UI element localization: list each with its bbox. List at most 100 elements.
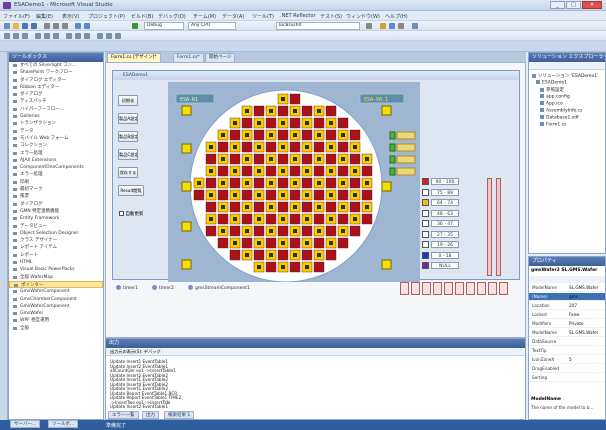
- die-cell[interactable]: [337, 213, 349, 225]
- die-cell[interactable]: [301, 225, 313, 237]
- tab-start-page[interactable]: 開始ページ: [205, 53, 236, 62]
- toolbox-autohide-strip[interactable]: [0, 52, 8, 420]
- die-cell[interactable]: [313, 261, 325, 273]
- die-cell[interactable]: [253, 129, 265, 141]
- die-cell[interactable]: [361, 165, 373, 177]
- menu-help[interactable]: ヘルプ(H): [385, 13, 408, 20]
- tray-timer1[interactable]: timer1: [116, 285, 138, 291]
- class-view-icon[interactable]: [412, 23, 418, 29]
- property-row[interactable]: DataSource: [529, 338, 605, 346]
- die-cell[interactable]: [217, 141, 229, 153]
- die-cell[interactable]: [229, 249, 241, 261]
- result-view-button[interactable]: Result閲覧: [118, 185, 144, 196]
- die-cell[interactable]: [289, 213, 301, 225]
- property-value[interactable]: 5: [569, 357, 572, 362]
- die-cell[interactable]: [361, 213, 373, 225]
- die-cell[interactable]: [301, 153, 313, 165]
- property-value[interactable]: gms: [569, 294, 578, 299]
- die-cell[interactable]: [229, 129, 241, 141]
- toolbox-item[interactable]: Galleries: [9, 113, 103, 120]
- toolbox-item[interactable]: エラー処理: [9, 150, 103, 157]
- tab-error-list[interactable]: エラー一覧: [108, 411, 139, 419]
- tab-toolbox[interactable]: ツールボ...: [48, 420, 79, 428]
- die-cell[interactable]: [265, 141, 277, 153]
- die-cell[interactable]: [349, 177, 361, 189]
- die-cell[interactable]: [205, 225, 217, 237]
- save-icon[interactable]: [22, 23, 28, 29]
- toolbox-item[interactable]: 全般 WaferMap: [9, 274, 103, 281]
- die-cell[interactable]: [349, 129, 361, 141]
- toolbox-item[interactable]: クラス デザイナー: [9, 237, 103, 244]
- toolbox-item[interactable]: Visual Basic PowerPacks: [9, 266, 103, 273]
- die-cell[interactable]: [301, 129, 313, 141]
- toolbox-item[interactable]: ComponentOneComponents: [9, 164, 103, 171]
- toolbox-item[interactable]: データビュー: [9, 223, 103, 230]
- wafer-map[interactable]: ESA-R1 ESA-V0.1: [168, 82, 420, 282]
- property-row[interactable]: Sorting: [529, 374, 605, 382]
- solution-item[interactable]: app.config: [540, 94, 570, 100]
- die-cell[interactable]: [205, 153, 217, 165]
- toolbox-item[interactable]: Entity Framework: [9, 215, 103, 222]
- die-cell[interactable]: [289, 189, 301, 201]
- die-cell[interactable]: [301, 201, 313, 213]
- die-cell[interactable]: [277, 177, 289, 189]
- align-top-icon[interactable]: [35, 33, 41, 39]
- undo-icon[interactable]: [75, 23, 81, 29]
- die-cell[interactable]: [325, 177, 337, 189]
- die-cell[interactable]: [289, 165, 301, 177]
- die-cell[interactable]: [325, 249, 337, 261]
- align-right-icon[interactable]: [22, 33, 28, 39]
- die-cell[interactable]: [217, 189, 229, 201]
- die-cell[interactable]: [349, 153, 361, 165]
- solution-item[interactable]: ESADemo1: [536, 80, 567, 86]
- toolbox-item[interactable]: 全般: [9, 325, 103, 332]
- configuration-select[interactable]: Debug: [144, 22, 184, 30]
- init-button[interactable]: 初期化: [118, 95, 138, 106]
- checkbox-box[interactable]: [119, 211, 124, 216]
- die-cell[interactable]: [265, 117, 277, 129]
- die-cell[interactable]: [241, 213, 253, 225]
- property-value[interactable]: 207: [569, 303, 577, 308]
- die-cell[interactable]: [289, 237, 301, 249]
- die-cell[interactable]: [253, 177, 265, 189]
- tab-form1-code[interactable]: Form1.cs*: [173, 53, 204, 62]
- property-row[interactable]: DragEnabled: [529, 365, 605, 373]
- tray-slot[interactable]: [181, 181, 192, 192]
- property-row[interactable]: Location 207: [529, 302, 605, 310]
- toolbox-item[interactable]: Ribbon エディター: [9, 84, 103, 91]
- die-cell[interactable]: [313, 165, 325, 177]
- align-bottom-icon[interactable]: [53, 33, 59, 39]
- die-cell[interactable]: [313, 237, 325, 249]
- toolbox-item[interactable]: GmsChamberComponent: [9, 296, 103, 303]
- same-size-icon[interactable]: [66, 33, 72, 39]
- die-cell[interactable]: [277, 225, 289, 237]
- die-cell[interactable]: [349, 225, 361, 237]
- die-cell[interactable]: [337, 165, 349, 177]
- tray-slot[interactable]: [381, 259, 392, 270]
- die-cell[interactable]: [241, 117, 253, 129]
- die-cell[interactable]: [277, 249, 289, 261]
- die-cell[interactable]: [253, 105, 265, 117]
- die-cell[interactable]: [337, 117, 349, 129]
- property-row[interactable]: (Name) gms: [529, 293, 605, 301]
- toolbox-item[interactable]: HTML: [9, 259, 103, 266]
- menu-window[interactable]: ウィンドウ(W): [346, 13, 380, 20]
- die-cell[interactable]: [361, 189, 373, 201]
- die-cell[interactable]: [337, 237, 349, 249]
- close-button[interactable]: ✕: [582, 1, 602, 9]
- die-cell[interactable]: [229, 177, 241, 189]
- menu-view[interactable]: 表示(V): [62, 13, 79, 20]
- toolbox-item[interactable]: Object Selection Designer: [9, 230, 103, 237]
- property-value[interactable]: SL.GMS.Wafer: [569, 285, 598, 290]
- die-cell[interactable]: [265, 261, 277, 273]
- property-row[interactable]: Locked False: [529, 311, 605, 319]
- toolbox-item[interactable]: 印刷: [9, 179, 103, 186]
- redo-icon[interactable]: [84, 23, 90, 29]
- product-c-button[interactable]: 製品C設定: [118, 149, 138, 160]
- menu-tools[interactable]: ツール(T): [252, 13, 274, 20]
- solution-item[interactable]: ソリューション 'ESADemo1': [532, 73, 598, 79]
- menu-data[interactable]: データ(A): [222, 13, 244, 20]
- property-row[interactable]: ModelName SL.GMS.Wafer: [529, 329, 605, 337]
- die-cell[interactable]: [349, 201, 361, 213]
- die-cell[interactable]: [241, 165, 253, 177]
